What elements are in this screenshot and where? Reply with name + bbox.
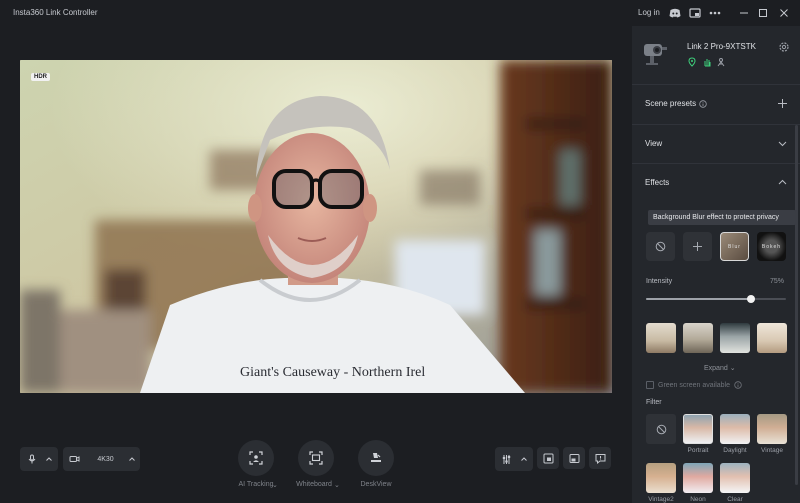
effects-section[interactable]: Effects <box>632 163 800 201</box>
green-screen-checkbox[interactable] <box>646 381 654 389</box>
app-title: Insta360 Link Controller <box>13 8 98 17</box>
microphone-group <box>20 447 58 471</box>
chevron-up-icon[interactable] <box>41 450 59 468</box>
none-icon <box>655 241 666 252</box>
close-icon[interactable] <box>776 5 792 21</box>
none-icon <box>656 424 666 434</box>
no-filter-button[interactable] <box>646 414 676 444</box>
panel-scrollbar[interactable] <box>795 125 798 485</box>
snapshot-icon <box>543 453 553 463</box>
background-option[interactable] <box>683 323 713 353</box>
background-option[interactable] <box>720 323 750 353</box>
expand-link[interactable]: Expand ⌄ <box>704 364 736 372</box>
tracking-status-icon <box>717 58 725 67</box>
deskview-button[interactable] <box>358 440 394 476</box>
ai-tracking-icon <box>249 451 263 465</box>
mini-mode-icon[interactable] <box>688 6 702 20</box>
picture-in-picture-button[interactable] <box>563 447 585 469</box>
plus-icon <box>693 242 702 251</box>
webcam-device-icon <box>644 44 667 65</box>
filter-vintage[interactable] <box>757 414 787 444</box>
background-option[interactable] <box>646 323 676 353</box>
minimize-icon[interactable] <box>736 5 752 21</box>
blur-tooltip: Background Blur effect to protect privac… <box>648 210 796 225</box>
maximize-icon[interactable] <box>755 5 771 21</box>
scene-presets-section[interactable]: Scene presets <box>632 84 800 122</box>
chevron-up-icon[interactable] <box>777 177 788 188</box>
window-controls: Log in <box>632 0 800 26</box>
svg-text:Giant's Causeway - Northern Ir: Giant's Causeway - Northern Irel <box>240 365 425 380</box>
filter-label: Portrait <box>687 447 709 454</box>
discord-icon[interactable] <box>668 6 682 20</box>
blur-label: Blur <box>728 243 741 250</box>
device-name: Link 2 Pro-9XTSTK <box>687 42 756 51</box>
filter-label: Vintage2 <box>648 496 674 503</box>
camera-icon[interactable] <box>66 450 82 468</box>
app-window: Insta360 Link Controller Giant's Causewa… <box>0 0 800 503</box>
view-title: View <box>645 139 663 148</box>
camera-preview[interactable]: Giant's Causeway - Northern Irel HDR <box>20 60 612 393</box>
feedback-icon <box>595 453 605 464</box>
info-icon[interactable] <box>734 381 742 389</box>
location-status-icon <box>688 57 696 67</box>
intensity-slider[interactable] <box>646 295 786 303</box>
green-screen-label: Green screen available <box>658 381 730 389</box>
filter-label: Vintage <box>761 447 783 454</box>
camera-resolution-group: 4K30 <box>63 447 140 471</box>
adjust-group <box>495 447 533 471</box>
whiteboard-button[interactable] <box>298 440 334 476</box>
gesture-status-icon <box>704 59 711 67</box>
filter-portrait[interactable] <box>683 414 713 444</box>
chevron-up-icon[interactable] <box>516 450 534 468</box>
camera-feed-image: Giant's Causeway - Northern Irel <box>20 60 612 393</box>
feedback-button[interactable] <box>589 447 611 469</box>
effects-title: Effects <box>645 178 670 187</box>
intensity-slider-thumb[interactable] <box>747 295 755 303</box>
bottom-toolbar: 4K30 AI Tracking ⌄ Whiteboard ⌄ DeskView <box>0 430 632 503</box>
deskview-label: DeskView <box>360 481 392 488</box>
more-options-icon[interactable] <box>708 6 722 20</box>
deskview-icon <box>371 453 381 462</box>
background-option[interactable] <box>757 323 787 353</box>
filter-neon[interactable] <box>683 463 713 493</box>
bokeh-effect-button[interactable]: Bokeh <box>757 232 786 261</box>
filter-label: Neon <box>690 496 706 503</box>
filter-label: Daylight <box>723 447 747 454</box>
bokeh-label: Bokeh <box>761 243 782 250</box>
filter-clear[interactable] <box>720 463 750 493</box>
blur-effect-button[interactable]: Blur <box>720 232 749 261</box>
view-section[interactable]: View <box>632 124 800 162</box>
picture-in-picture-icon <box>569 453 579 463</box>
filter-label: Clear <box>727 496 743 503</box>
resolution-value[interactable]: 4K30 <box>97 456 113 463</box>
add-icon[interactable] <box>777 98 788 109</box>
scene-presets-title: Scene presets <box>645 99 697 108</box>
no-effect-button[interactable] <box>646 232 675 261</box>
filter-title: Filter <box>646 399 662 406</box>
expand-label: Expand <box>704 365 728 372</box>
whiteboard-icon <box>309 451 323 465</box>
filter-vintage2[interactable] <box>646 463 676 493</box>
intensity-value: 75% <box>770 278 785 285</box>
adjustments-icon[interactable] <box>498 450 516 468</box>
chevron-down-icon[interactable] <box>777 138 788 149</box>
chevron-up-icon[interactable] <box>124 450 140 468</box>
filter-daylight[interactable] <box>720 414 750 444</box>
settings-gear-icon[interactable] <box>778 41 790 53</box>
title-bar: Insta360 Link Controller <box>0 0 632 26</box>
device-card: Link 2 Pro-9XTSTK <box>632 26 800 80</box>
snapshot-button[interactable] <box>537 447 559 469</box>
login-link[interactable]: Log in <box>638 8 660 17</box>
green-screen-row: Green screen available <box>646 380 742 390</box>
microphone-icon[interactable] <box>23 450 41 468</box>
ai-tracking-button[interactable] <box>238 440 274 476</box>
info-icon[interactable] <box>699 99 707 108</box>
intensity-slider-fill <box>646 298 751 300</box>
hdr-badge: HDR <box>31 73 50 81</box>
add-background-button[interactable] <box>683 232 712 261</box>
intensity-label: Intensity <box>646 278 673 285</box>
